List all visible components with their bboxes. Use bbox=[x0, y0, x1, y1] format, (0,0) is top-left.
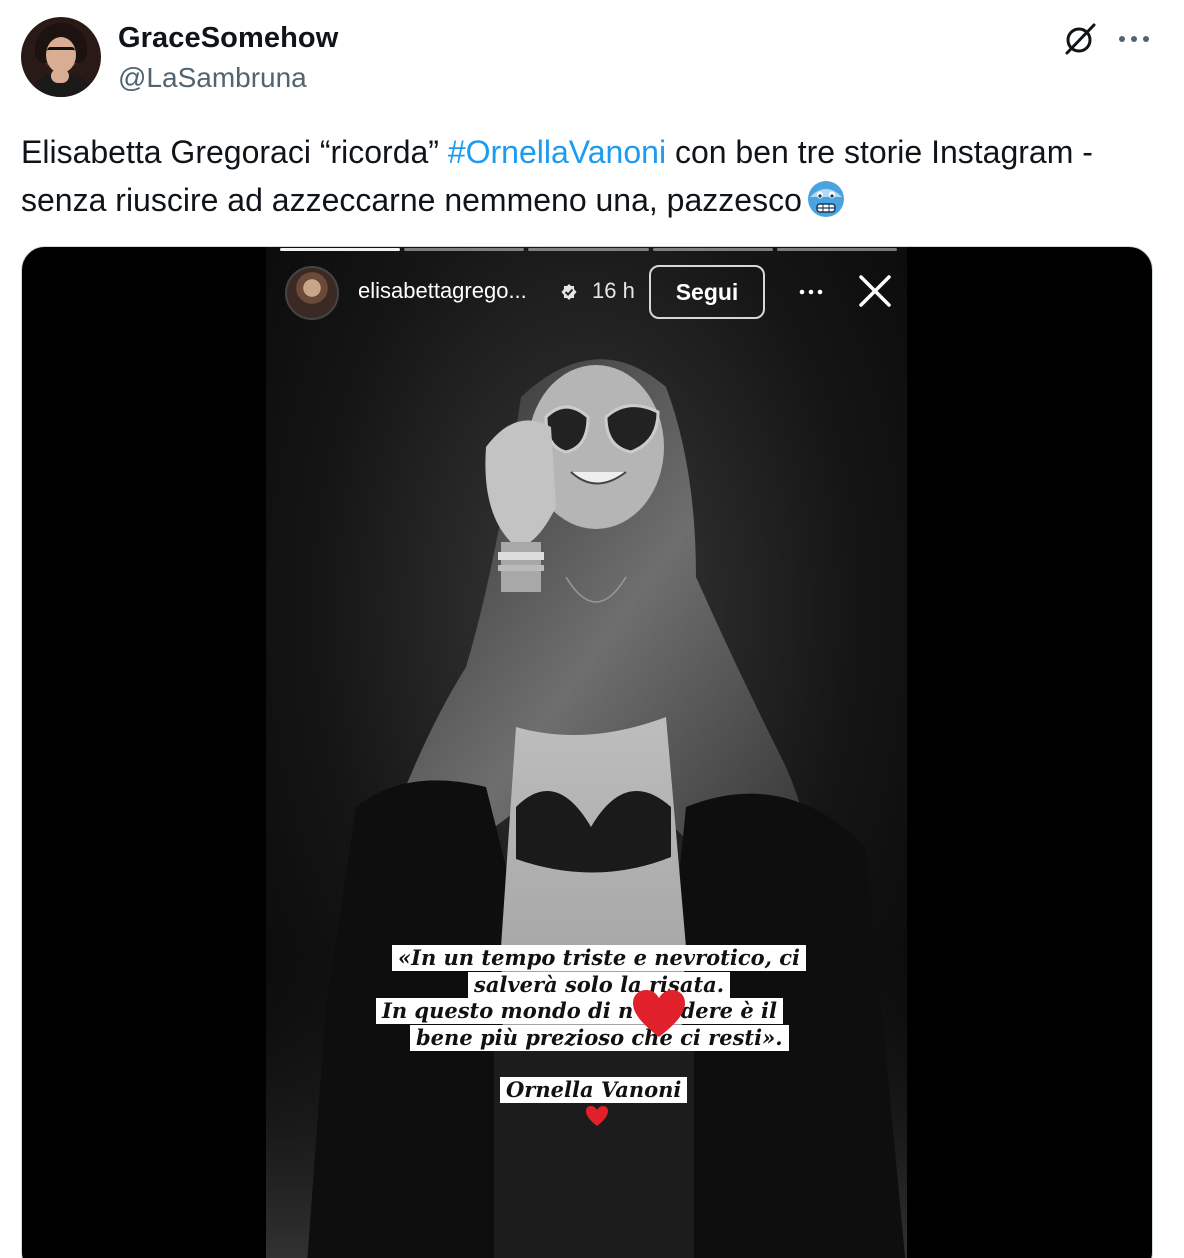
story-caption-line: salverà solo la risata. bbox=[468, 972, 731, 998]
author-display-name[interactable]: GraceSomehow bbox=[118, 22, 338, 55]
more-horizontal-icon[interactable] bbox=[1114, 22, 1154, 56]
tweet-text: Elisabetta Gregoraci “ricorda” #OrnellaV… bbox=[21, 128, 1161, 224]
story-caption-line: bene più prezioso che ci resti». bbox=[410, 1025, 789, 1051]
heart-emoji-icon bbox=[586, 1106, 608, 1126]
progress-segment bbox=[280, 248, 401, 251]
story-timestamp: 16 h bbox=[592, 278, 635, 303]
progress-segment bbox=[652, 248, 773, 251]
author-handle[interactable]: @LaSambruna bbox=[118, 62, 307, 94]
hashtag-link[interactable]: #OrnellaVanoni bbox=[448, 134, 666, 170]
heart-sticker-icon bbox=[633, 990, 685, 1037]
story-caption-line: «In un tempo triste e nevrotico, ci bbox=[392, 945, 807, 971]
story-username[interactable]: elisabettagrego... bbox=[358, 278, 527, 304]
instagram-story-screenshot: elisabettagrego... 16 h Segui «In un tem… bbox=[266, 247, 907, 1258]
progress-segment bbox=[404, 248, 525, 251]
verified-badge-icon bbox=[561, 284, 577, 300]
progress-segment bbox=[528, 248, 649, 251]
story-more-icon[interactable] bbox=[796, 277, 826, 307]
tweet: GraceSomehow @LaSambruna Elisabetta Greg… bbox=[0, 0, 1184, 1258]
close-icon[interactable] bbox=[857, 273, 893, 309]
tweet-text-before: Elisabetta Gregoraci “ricorda” bbox=[21, 134, 448, 170]
tweet-media[interactable]: elisabettagrego... 16 h Segui «In un tem… bbox=[21, 246, 1153, 1258]
follow-button[interactable]: Segui bbox=[649, 265, 765, 319]
story-caption-credit: Ornella Vanoni bbox=[500, 1077, 688, 1103]
author-avatar[interactable] bbox=[21, 17, 101, 97]
grok-icon[interactable] bbox=[1063, 22, 1097, 56]
story-caption-line: In questo mondo di n a ridere è il bbox=[376, 998, 783, 1024]
progress-segment bbox=[776, 248, 898, 251]
story-progress-bar bbox=[280, 248, 898, 252]
cold-face-emoji bbox=[807, 181, 844, 217]
story-user-avatar[interactable] bbox=[285, 266, 339, 320]
